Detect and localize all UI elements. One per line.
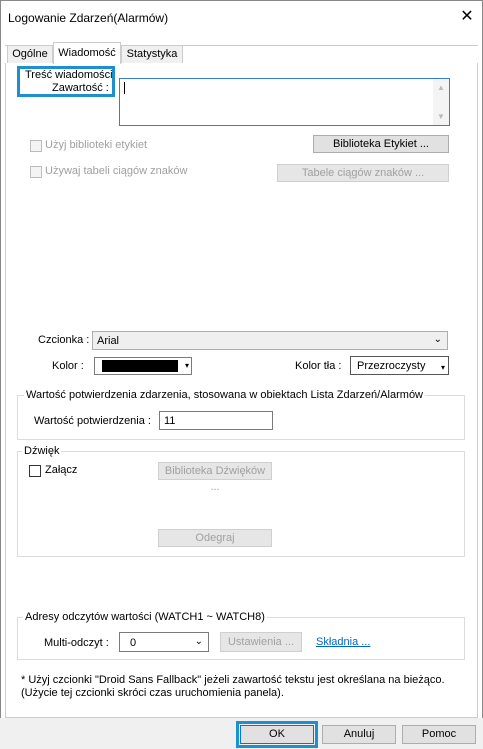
dropdown-arrow-icon: ▾ <box>184 361 189 370</box>
note-line-2: (Użycie tej czcionki skróci czas uruchom… <box>21 687 284 699</box>
string-table-button[interactable]: Tabele ciągów znaków ... <box>277 164 449 182</box>
chevron-down-icon: ⌄ <box>194 636 203 647</box>
ack-group-label: Wartość potwierdzenia zdarzenia, stosowa… <box>24 389 425 401</box>
color-label: Kolor : <box>52 360 84 372</box>
tab-statistics[interactable]: Statystyka <box>121 45 183 63</box>
bg-color-label: Kolor tła : <box>295 360 342 372</box>
multi-read-select[interactable]: 0 ⌄ <box>119 632 209 652</box>
scroll-up-icon[interactable]: ▲ <box>437 83 445 92</box>
multi-read-label: Multi-odczyt : <box>44 637 109 649</box>
watch-group-label: Adresy odczytów wartości (WATCH1 ~ WATCH… <box>23 611 267 623</box>
ack-value-label: Wartość potwierdzenia : <box>34 415 151 427</box>
chevron-down-icon: ⌄ <box>433 334 442 345</box>
sound-group-label: Dźwięk <box>22 445 62 457</box>
help-button[interactable]: Pomoc <box>402 725 476 744</box>
sound-enable-checkbox[interactable] <box>29 465 41 477</box>
play-sound-button[interactable]: Odegraj <box>158 529 272 547</box>
note-line-1: * Użyj czcionki "Droid Sans Fallback" je… <box>21 674 445 686</box>
window-title: Logowanie Zdarzeń(Alarmów) <box>8 11 169 25</box>
textarea-scrollbar[interactable]: ▲ ▼ <box>433 79 449 125</box>
scroll-down-icon[interactable]: ▼ <box>437 112 445 121</box>
font-select-value: Arial <box>97 335 120 347</box>
ok-button[interactable]: OK <box>240 725 314 744</box>
ack-value-text: 11 <box>164 415 176 427</box>
text-cursor <box>124 82 125 94</box>
content-label: Zawartość : <box>52 82 109 94</box>
font-select[interactable]: Arial ⌄ <box>92 331 448 350</box>
use-string-table-checkbox[interactable] <box>30 166 42 178</box>
ack-value-input[interactable]: 11 <box>159 411 273 430</box>
bg-color-picker[interactable]: Przezroczysty ▾ <box>350 356 449 375</box>
use-string-table-label: Używaj tabeli ciągów znaków <box>45 165 188 177</box>
tab-general[interactable]: Ogólne <box>7 45 53 63</box>
dropdown-arrow-icon: ▾ <box>440 363 445 372</box>
color-picker[interactable]: ▾ <box>94 357 192 375</box>
sound-library-button[interactable]: Biblioteka Dźwięków ... <box>158 462 272 493</box>
use-label-library-checkbox[interactable] <box>30 140 42 152</box>
font-label: Czcionka : <box>38 334 90 346</box>
color-swatch <box>102 360 178 372</box>
sound-enable-label: Załącz <box>45 464 78 476</box>
close-icon[interactable]: ✕ <box>458 8 476 26</box>
use-label-library-label: Użyj biblioteki etykiet <box>45 139 148 151</box>
watch-settings-button[interactable]: Ustawienia ... <box>220 632 302 652</box>
bg-color-value: Przezroczysty <box>357 360 426 372</box>
tab-message[interactable]: Wiadomość <box>53 42 121 64</box>
content-textarea[interactable]: ▲ ▼ <box>119 78 450 126</box>
multi-read-value: 0 <box>130 637 137 649</box>
syntax-link[interactable]: Składnia ... <box>316 636 370 648</box>
cancel-button[interactable]: Anuluj <box>322 725 396 744</box>
label-library-button[interactable]: Biblioteka Etykiet ... <box>313 135 449 153</box>
message-section-label: Treść wiadomości <box>25 69 113 81</box>
